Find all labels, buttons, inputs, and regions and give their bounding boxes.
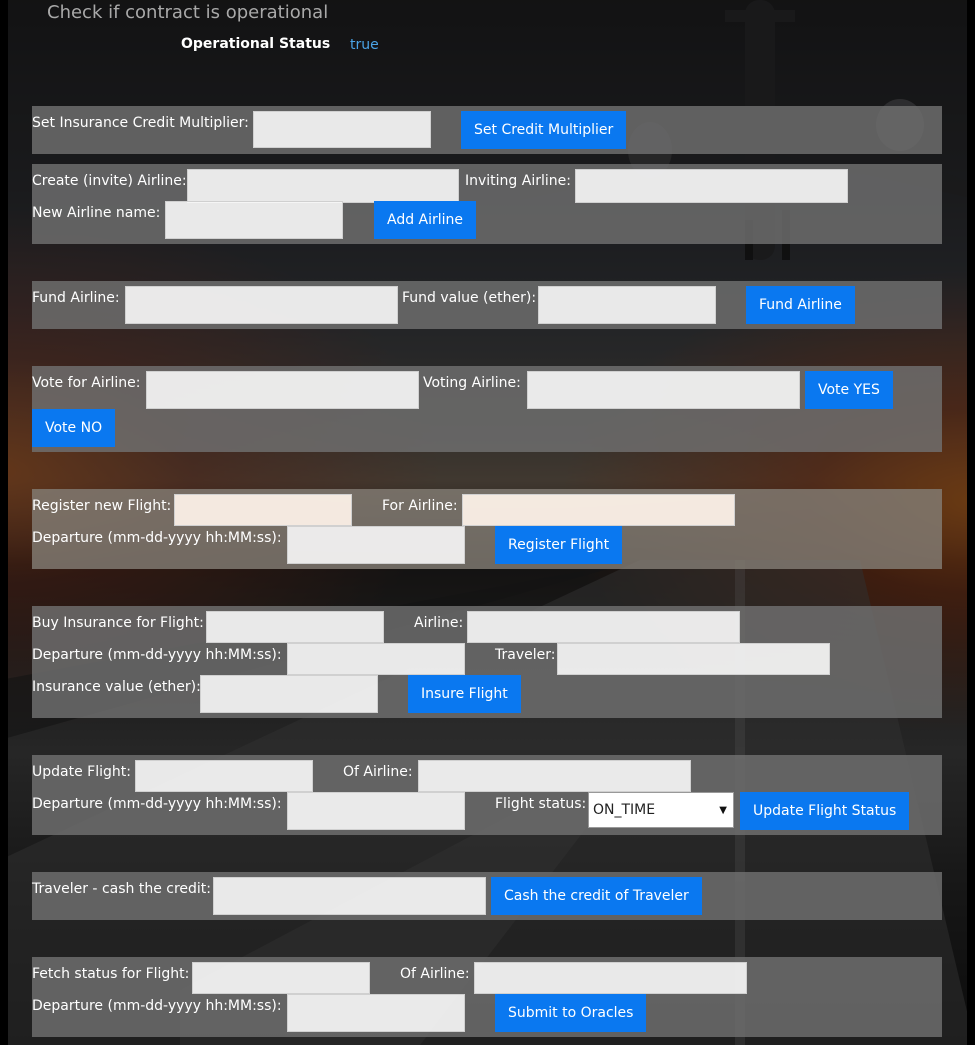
cash-credit-label: Traveler - cash the credit: (32, 881, 211, 897)
voting-airline-input[interactable] (527, 371, 800, 409)
vote-no-button[interactable]: Vote NO (32, 409, 116, 447)
fund-airline-input[interactable] (125, 286, 398, 324)
fetch-flight-label: Fetch status for Flight: (32, 966, 190, 982)
update-departure-label: Departure (mm-dd-yyyy hh:MM:ss): (32, 796, 282, 812)
multiplier-input[interactable] (253, 111, 431, 148)
insurance-departure-input[interactable] (287, 643, 465, 675)
cash-credit-section: Traveler - cash the credit: Cash the cre… (32, 872, 942, 920)
fetch-airline-input[interactable] (474, 962, 747, 994)
flight-status-value: ON_TIME (593, 802, 656, 818)
register-flight-button[interactable]: Register Flight (495, 526, 623, 564)
voting-airline-label: Voting Airline: (423, 375, 521, 391)
register-departure-input[interactable] (287, 526, 465, 564)
update-flight-status-button[interactable]: Update Flight Status (740, 792, 910, 830)
create-airline-section: Create (invite) Airline: Inviting Airlin… (32, 164, 942, 244)
update-flight-label: Update Flight: (32, 764, 131, 780)
insurance-value-label: Insurance value (ether): (32, 679, 201, 695)
register-flight-input[interactable] (174, 494, 352, 526)
operational-status-value: true (350, 37, 379, 53)
update-flight-input[interactable] (135, 760, 313, 792)
fund-airline-label: Fund Airline: (32, 290, 120, 306)
insurance-airline-label: Airline: (414, 615, 464, 631)
fetch-flight-input[interactable] (192, 962, 370, 994)
multiplier-section: Set Insurance Credit Multiplier: Set Cre… (32, 106, 942, 154)
inviting-airline-input[interactable] (575, 169, 848, 203)
fund-airline-button[interactable]: Fund Airline (746, 286, 855, 324)
add-airline-button[interactable]: Add Airline (374, 201, 477, 239)
register-departure-label: Departure (mm-dd-yyyy hh:MM:ss): (32, 530, 282, 546)
set-credit-multiplier-button[interactable]: Set Credit Multiplier (461, 111, 627, 149)
update-airline-input[interactable] (418, 760, 691, 792)
fetch-status-section: Fetch status for Flight: Of Airline: Dep… (32, 957, 942, 1037)
multiplier-label: Set Insurance Credit Multiplier: (32, 115, 249, 131)
register-flight-label: Register new Flight: (32, 498, 172, 514)
vote-section: Vote for Airline: Voting Airline: Vote Y… (32, 366, 942, 452)
insure-flight-button[interactable]: Insure Flight (408, 675, 521, 713)
page-title: Check if contract is operational (47, 2, 329, 23)
new-airline-name-input[interactable] (165, 201, 343, 239)
create-airline-input[interactable] (187, 169, 459, 203)
insurance-value-input[interactable] (200, 675, 378, 713)
fetch-airline-label: Of Airline: (400, 966, 470, 982)
register-flight-section: Register new Flight: For Airline: Depart… (32, 489, 942, 569)
for-airline-input[interactable] (462, 494, 735, 526)
fund-airline-section: Fund Airline: Fund value (ether): Fund A… (32, 281, 942, 329)
cash-credit-button[interactable]: Cash the credit of Traveler (491, 877, 702, 915)
insurance-departure-label: Departure (mm-dd-yyyy hh:MM:ss): (32, 647, 282, 663)
inviting-airline-label: Inviting Airline: (465, 173, 571, 189)
fetch-departure-input[interactable] (287, 994, 465, 1032)
update-flight-section: Update Flight: Of Airline: Departure (mm… (32, 755, 942, 835)
vote-yes-button[interactable]: Vote YES (805, 371, 893, 409)
flight-status-select[interactable]: ON_TIME ▼ (588, 792, 734, 828)
update-airline-label: Of Airline: (343, 764, 413, 780)
insurance-flight-label: Buy Insurance for Flight: (32, 615, 204, 631)
cash-credit-input[interactable] (213, 877, 486, 915)
insurance-airline-input[interactable] (467, 611, 740, 643)
traveler-input[interactable] (557, 643, 830, 675)
traveler-label: Traveler: (495, 647, 556, 663)
buy-insurance-section: Buy Insurance for Flight: Airline: Depar… (32, 606, 942, 718)
update-departure-input[interactable] (287, 792, 465, 830)
vote-airline-label: Vote for Airline: (32, 375, 141, 391)
new-airline-name-label: New Airline name: (32, 205, 161, 221)
flight-status-label: Flight status: (495, 796, 587, 812)
submit-to-oracles-button[interactable]: Submit to Oracles (495, 994, 647, 1032)
dropdown-arrow-icon: ▼ (719, 805, 727, 816)
fund-value-input[interactable] (538, 286, 716, 324)
operational-status-label: Operational Status (181, 36, 331, 52)
fetch-departure-label: Departure (mm-dd-yyyy hh:MM:ss): (32, 998, 282, 1014)
vote-airline-input[interactable] (146, 371, 419, 409)
main-content: Check if contract is operational Operati… (0, 0, 975, 1045)
create-airline-label: Create (invite) Airline: (32, 173, 187, 189)
fund-value-label: Fund value (ether): (402, 290, 537, 306)
insurance-flight-input[interactable] (206, 611, 384, 643)
for-airline-label: For Airline: (382, 498, 458, 514)
